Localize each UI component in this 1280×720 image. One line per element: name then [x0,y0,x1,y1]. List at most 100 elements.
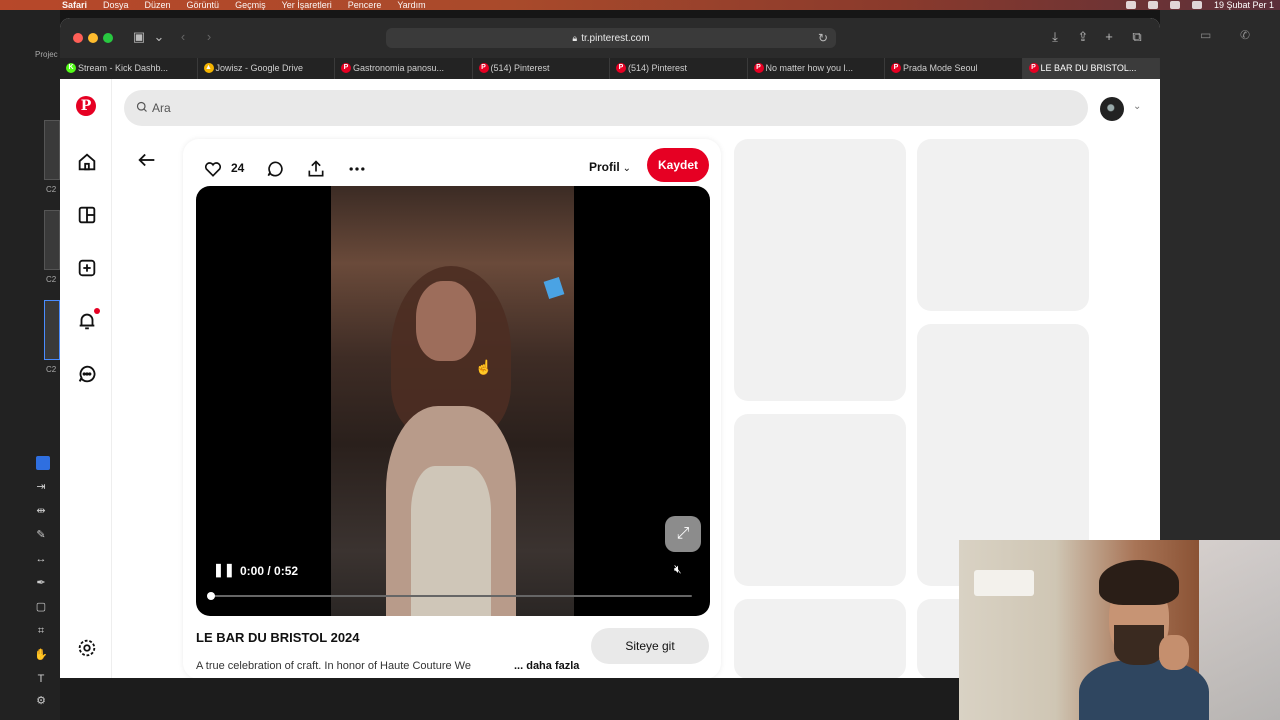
messages-icon[interactable] [76,363,98,385]
video-progress-bar[interactable] [207,592,692,600]
clip-thumbnail[interactable] [44,120,60,180]
create-icon[interactable] [76,257,98,279]
crop-tool-icon[interactable]: ⌗ [28,622,54,640]
fullscreen-icon[interactable]: ⤢ [665,516,701,552]
background-desktop-right: ▭ ✆ [1160,10,1280,540]
back-arrow-icon[interactable] [136,149,160,173]
new-tab-icon[interactable]: + [1100,28,1118,46]
tab-overview-icon[interactable]: ⧉ [1128,28,1146,46]
menu-item-view[interactable]: Görüntü [187,0,220,10]
pin-description: A true celebration of craft. In honor of… [196,660,471,672]
effects-tool-icon[interactable]: ⚙ [28,692,54,710]
browser-tab[interactable]: K Stream - Kick Dashb... [60,58,198,79]
minimize-window-button[interactable] [88,33,98,43]
browser-tab[interactable]: P No matter how you l... [748,58,885,79]
menubar-clock[interactable]: 19 Şubat Per 1 [1214,0,1274,10]
tab-bar: K Stream - Kick Dashb... ▲ Jowisz - Google … [60,58,1160,79]
save-button[interactable]: Kaydet [647,148,709,182]
more-options-icon[interactable] [347,159,367,181]
camera-icon[interactable]: ▭ [1200,28,1211,42]
tab-label: Prada Mode Seoul [903,63,978,73]
browser-tab[interactable]: P Gastronomia panosu... [335,58,473,79]
clip-thumbnail[interactable] [44,210,60,270]
tab-favicon-icon: P [616,63,626,73]
webcam-window [1199,540,1280,720]
settings-icon[interactable] [76,637,98,659]
menubar-status-area: 19 Şubat Per 1 [1125,0,1274,10]
ripple-edit-tool-icon[interactable]: ⇹ [28,502,54,520]
tab-favicon-icon: P [478,63,489,73]
project-panel-label: Projec [35,50,58,59]
back-icon[interactable]: ‹ [174,28,192,46]
clip-label: C2 [46,185,57,194]
browser-tab[interactable]: P (514) Pinterest [610,58,748,79]
avatar[interactable] [1100,97,1124,121]
related-pin-placeholder [917,139,1089,311]
browser-tab[interactable]: P (514) Pinterest [473,58,610,79]
address-bar[interactable]: 🔒︎ tr.pinterest.com ↻ [386,28,836,48]
menu-app-name[interactable]: Safari [62,0,87,10]
hand-cursor-icon: ☝ [475,359,493,375]
razor-tool-icon[interactable]: ✎ [28,526,54,544]
home-icon[interactable] [76,151,98,173]
menu-item-help[interactable]: Yardım [397,0,425,10]
chevron-down-icon[interactable]: ⌄ [1133,101,1141,112]
comment-icon[interactable] [265,159,285,181]
slip-tool-icon[interactable]: ↔ [28,550,54,568]
related-pin-placeholder [734,599,906,678]
menu-item-bookmarks[interactable]: Yer İşaretleri [282,0,332,10]
search-input[interactable] [152,90,1052,126]
status-icon[interactable] [1147,1,1158,9]
webcam-person-hair [1099,560,1179,605]
explore-icon[interactable] [76,204,98,226]
search-bar[interactable] [124,90,1088,126]
tab-favicon-icon: P [1028,63,1039,73]
close-window-button[interactable] [73,33,83,43]
downloads-icon[interactable]: ⤓ [1046,28,1064,46]
chevron-down-icon: ⌄ [622,163,632,174]
reload-icon[interactable]: ↻ [818,28,828,48]
status-icon[interactable] [1125,1,1136,9]
video-timestamp: 0:00 / 0:52 [240,564,299,578]
webcam-person-beard [1114,625,1164,665]
mute-icon[interactable]: 🔇︎ [674,562,682,577]
browser-tab[interactable]: P LE BAR DU BRISTOL... [1022,58,1160,79]
rectangle-tool-icon[interactable]: ▢ [28,598,54,616]
video-player[interactable]: ⤢ ❚❚ 0:00 / 0:52 🔇︎ [196,186,710,616]
heart-icon[interactable] [203,159,223,181]
browser-tab[interactable]: P Prada Mode Seoul [885,58,1023,79]
video-subject-dress [411,466,491,616]
menu-item-file[interactable]: Dosya [103,0,129,10]
pinterest-logo-icon[interactable]: P [76,96,96,116]
tab-label: (514) Pinterest [490,63,550,73]
pause-icon[interactable]: ❚❚ [213,562,235,578]
menu-item-edit[interactable]: Düzen [145,0,171,10]
browser-tab[interactable]: ▲ Jowisz - Google Drive [198,58,335,79]
track-select-tool-icon[interactable]: ⇥ [28,478,54,496]
share-icon[interactable] [306,159,326,181]
safari-titlebar: ▣ ⌄ ‹ › 🔒︎ tr.pinterest.com ↻ ⤓ ⇪ + ⧉ [60,18,1160,58]
zoom-window-button[interactable] [103,33,113,43]
share-icon[interactable]: ⇪ [1074,28,1092,46]
wifi-icon[interactable] [1169,1,1180,9]
webcam-person [1079,560,1209,720]
menu-item-history[interactable]: Geçmiş [235,0,266,10]
menu-item-window[interactable]: Pencere [348,0,382,10]
clip-thumbnail-selected[interactable] [44,300,60,360]
pen-tool-icon[interactable]: ✒ [28,574,54,592]
read-more-link[interactable]: ... daha fazla [510,660,580,672]
tab-favicon-icon: K [66,63,76,73]
sidebar-toggle-icon[interactable]: ▣ [130,28,148,46]
search-icon[interactable] [1191,1,1202,9]
tab-label: Stream - Kick Dashb... [78,63,169,73]
hand-tool-icon[interactable]: ✋ [28,646,54,664]
related-pin-placeholder [734,414,906,586]
board-selector[interactable]: Profil ⌄ [589,160,631,174]
phone-icon[interactable]: ✆ [1240,28,1250,42]
selection-tool-icon[interactable] [36,456,50,470]
forward-icon[interactable]: › [200,28,218,46]
chevron-down-icon[interactable]: ⌄ [150,28,168,46]
visit-site-button[interactable]: Siteye git [591,628,709,664]
type-tool-icon[interactable]: T [28,670,54,688]
video-scrubber-handle[interactable] [207,592,215,600]
